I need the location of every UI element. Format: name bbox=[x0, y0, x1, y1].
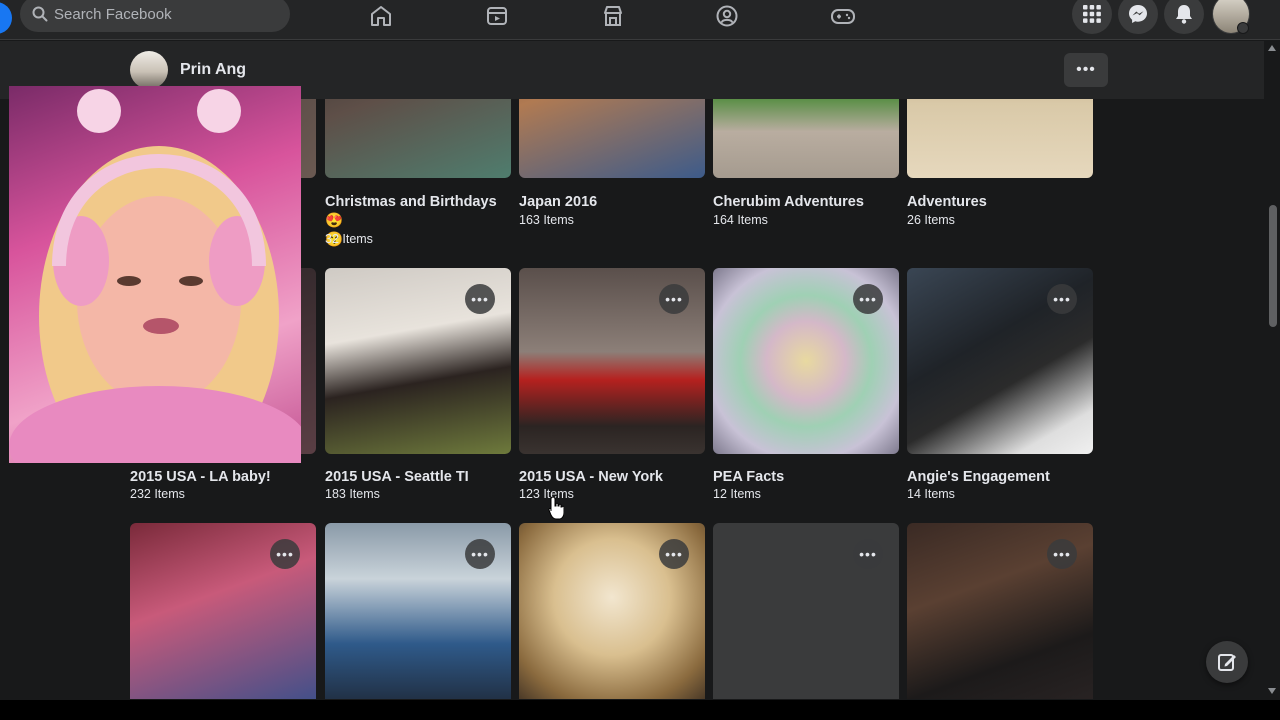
album-cover[interactable]: ••• bbox=[907, 523, 1093, 699]
groups-icon bbox=[716, 5, 738, 27]
more-dots-icon: ••• bbox=[1076, 61, 1096, 78]
album-options-button[interactable]: ••• bbox=[659, 284, 689, 314]
album-options-button[interactable]: ••• bbox=[853, 539, 883, 569]
home-nav-tab[interactable] bbox=[357, 0, 405, 32]
search-input[interactable] bbox=[54, 5, 274, 23]
album-count: 32 Items bbox=[325, 232, 373, 246]
menu-button[interactable] bbox=[1072, 0, 1112, 34]
album-title[interactable]: Angie's Engagement bbox=[907, 468, 1097, 487]
album-options-button[interactable]: ••• bbox=[1047, 539, 1077, 569]
mouse-cursor-icon bbox=[548, 496, 565, 525]
album-cover[interactable]: ••• bbox=[325, 523, 511, 699]
home-icon bbox=[371, 6, 391, 26]
album-title[interactable]: 2015 USA - New York bbox=[519, 468, 709, 487]
scroll-down-arrow-icon[interactable] bbox=[1268, 688, 1276, 694]
album-options-button[interactable]: ••• bbox=[465, 284, 495, 314]
notifications-button[interactable] bbox=[1164, 0, 1204, 34]
album-count: 232 Items bbox=[130, 487, 185, 501]
marketplace-icon bbox=[604, 6, 622, 26]
album-options-button[interactable]: ••• bbox=[270, 539, 300, 569]
menu-grid-icon bbox=[1083, 5, 1101, 23]
album-title[interactable]: Cherubim Adventures bbox=[713, 193, 903, 212]
watch-icon bbox=[487, 7, 507, 25]
notifications-icon bbox=[1176, 5, 1192, 24]
album-options-button[interactable]: ••• bbox=[465, 539, 495, 569]
gaming-icon bbox=[831, 9, 855, 24]
album-title[interactable]: 2015 USA - LA baby! bbox=[130, 468, 320, 487]
album-title[interactable]: Adventures bbox=[907, 193, 1097, 212]
album-title[interactable]: PEA Facts bbox=[713, 468, 903, 487]
album-count: 164 Items bbox=[713, 213, 768, 227]
album-options-button[interactable]: ••• bbox=[853, 284, 883, 314]
album-cover[interactable] bbox=[325, 99, 511, 178]
album-cover[interactable]: ••• bbox=[519, 523, 705, 699]
album-cover[interactable]: ••• bbox=[713, 268, 899, 454]
album-options-button[interactable]: ••• bbox=[659, 539, 689, 569]
chevron-down-icon[interactable] bbox=[1237, 22, 1249, 34]
page-scrollbar[interactable] bbox=[1264, 41, 1280, 700]
album-title[interactable]: Japan 2016 bbox=[519, 193, 709, 212]
album-cover[interactable]: ••• bbox=[519, 268, 705, 454]
bottom-edge bbox=[0, 700, 1280, 720]
top-navigation-bar bbox=[0, 0, 1280, 40]
album-count: 12 Items bbox=[713, 487, 761, 501]
groups-nav-tab[interactable] bbox=[703, 0, 751, 32]
album-cover[interactable]: ••• bbox=[713, 523, 899, 699]
album-cover[interactable] bbox=[519, 99, 705, 178]
album-count: 123 Items bbox=[519, 487, 574, 501]
album-cover[interactable]: ••• bbox=[907, 268, 1093, 454]
album-cover[interactable]: ••• bbox=[130, 523, 316, 699]
watch-nav-tab[interactable] bbox=[473, 0, 521, 32]
scroll-up-arrow-icon[interactable] bbox=[1268, 45, 1276, 51]
album-title[interactable]: 2015 USA - Seattle TI bbox=[325, 468, 515, 487]
gaming-nav-tab[interactable] bbox=[819, 0, 867, 32]
album-options-button[interactable]: ••• bbox=[1047, 284, 1077, 314]
compose-icon bbox=[1218, 654, 1236, 671]
messenger-button[interactable] bbox=[1118, 0, 1158, 34]
album-count: 163 Items bbox=[519, 213, 574, 227]
new-message-button[interactable] bbox=[1206, 641, 1248, 683]
profile-name[interactable]: Prin Ang bbox=[180, 61, 246, 79]
messenger-icon bbox=[1129, 5, 1147, 23]
profile-avatar[interactable] bbox=[130, 51, 168, 89]
scrollbar-thumb[interactable] bbox=[1269, 205, 1277, 327]
streamer-image bbox=[9, 89, 301, 463]
album-cover[interactable] bbox=[907, 99, 1093, 178]
marketplace-nav-tab[interactable] bbox=[589, 0, 637, 32]
facebook-logo[interactable] bbox=[0, 2, 12, 34]
album-count: 26 Items bbox=[907, 213, 955, 227]
search-box[interactable] bbox=[20, 0, 290, 32]
album-count: 183 Items bbox=[325, 487, 380, 501]
profile-more-button[interactable]: ••• bbox=[1064, 53, 1108, 87]
search-icon bbox=[32, 6, 48, 22]
album-count: 14 Items bbox=[907, 487, 955, 501]
album-cover[interactable] bbox=[713, 99, 899, 178]
album-cover[interactable]: ••• bbox=[325, 268, 511, 454]
webcam-overlay bbox=[9, 86, 301, 463]
